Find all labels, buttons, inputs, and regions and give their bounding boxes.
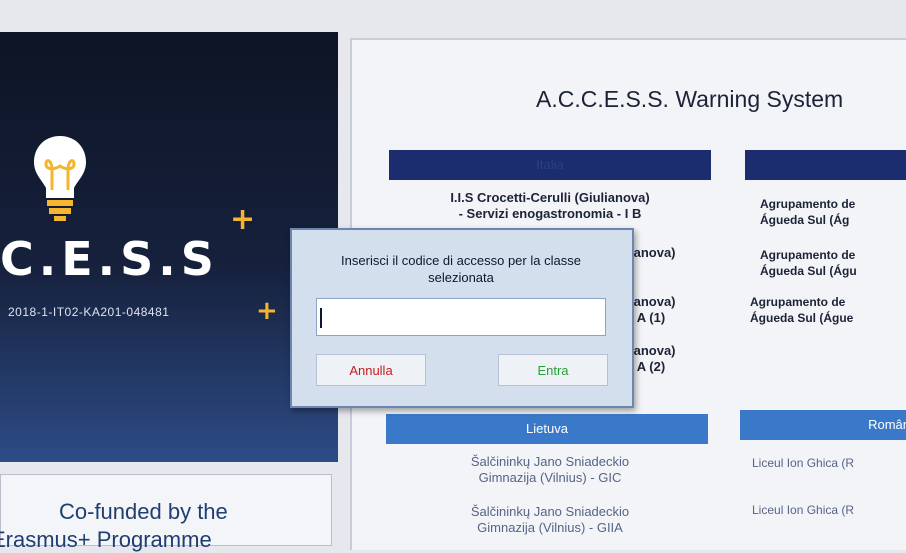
class-item-line2: Gimnazija (Vilnius) - GIC bbox=[478, 470, 622, 485]
country-header-italia: Italia bbox=[389, 150, 711, 180]
class-item-line1: Agrupamento de bbox=[750, 295, 846, 309]
access-code-input[interactable] bbox=[316, 298, 606, 336]
class-item-line1: Liceul Ion Ghica (R bbox=[752, 456, 855, 470]
class-item-line1: Liceul Ion Ghica (R bbox=[752, 503, 855, 517]
class-item[interactable]: ianova) I A (2) bbox=[630, 343, 710, 375]
dialog-message: Inserisci il codice di accesso per la cl… bbox=[341, 253, 581, 285]
plus-icon: + bbox=[256, 296, 278, 326]
class-item-line1: ianova) bbox=[630, 245, 676, 260]
class-item-line1: Agrupamento de bbox=[760, 248, 856, 262]
class-item[interactable]: I.I.S Crocetti-Cerulli (Giulianova) - Se… bbox=[400, 190, 700, 222]
class-item-line2: Águeda Sul (Ág bbox=[760, 213, 850, 227]
page-title: A.C.C.E.S.S. Warning System bbox=[536, 86, 844, 112]
class-item[interactable]: Agrupamento de Águeda Sul (Águe bbox=[750, 294, 906, 326]
project-code: 2018-1-IT02-KA201-048481 bbox=[8, 305, 170, 319]
class-item[interactable]: Liceul Ion Ghica (R bbox=[752, 502, 906, 518]
cofunded-box: Co-funded by the Erasmus+ Programme bbox=[0, 474, 332, 552]
class-item[interactable]: Agrupamento de Águeda Sul (Águ bbox=[760, 247, 906, 279]
class-item-line2: Gimnazija (Vilnius) - GIIA bbox=[477, 520, 623, 535]
class-item-line1: Šalčininkų Jano Sniadeckio bbox=[470, 504, 630, 519]
class-item-line2: Águeda Sul (Águ bbox=[760, 264, 857, 278]
class-item-line1: Agrupamento de bbox=[760, 197, 856, 211]
lightbulb-icon bbox=[34, 136, 86, 221]
country-header-lietuva: Lietuva bbox=[386, 414, 708, 444]
programme-text: Erasmus+ Programme bbox=[0, 527, 212, 552]
class-item-line2: I A (1) bbox=[630, 310, 666, 325]
logo-text: C.E.S.S bbox=[0, 232, 219, 286]
class-item-line1: ianova) bbox=[630, 294, 676, 309]
class-item-line2: I A (2) bbox=[630, 359, 666, 374]
country-header-portugal bbox=[745, 150, 906, 180]
class-item[interactable]: Agrupamento de Águeda Sul (Ág bbox=[760, 196, 906, 228]
class-item-line2: Águeda Sul (Águe bbox=[750, 311, 854, 325]
cofunded-text: Co-funded by the bbox=[59, 499, 228, 524]
country-header-romania: Român bbox=[740, 410, 906, 440]
class-item-line1: ianova) bbox=[630, 343, 676, 358]
access-code-dialog: Inserisci il codice di accesso per la cl… bbox=[290, 228, 634, 408]
cancel-button[interactable]: Annulla bbox=[316, 354, 426, 386]
class-item[interactable]: ianova) bbox=[630, 245, 710, 261]
enter-button[interactable]: Entra bbox=[498, 354, 608, 386]
class-item[interactable]: Šalčininkų Jano Sniadeckio Gimnazija (Vi… bbox=[400, 454, 700, 486]
class-item[interactable]: Liceul Ion Ghica (R bbox=[752, 455, 906, 471]
class-item-line1: Šalčininkų Jano Sniadeckio bbox=[470, 454, 630, 469]
text-caret bbox=[320, 308, 322, 328]
class-item[interactable]: ianova) I A (1) bbox=[630, 294, 710, 326]
class-item-line2: - Servizi enogastronomia - I B bbox=[458, 206, 642, 221]
plus-icon: + bbox=[230, 202, 256, 237]
class-item[interactable]: Šalčininkų Jano Sniadeckio Gimnazija (Vi… bbox=[400, 504, 700, 536]
class-item-line1: I.I.S Crocetti-Cerulli (Giulianova) bbox=[450, 190, 650, 205]
